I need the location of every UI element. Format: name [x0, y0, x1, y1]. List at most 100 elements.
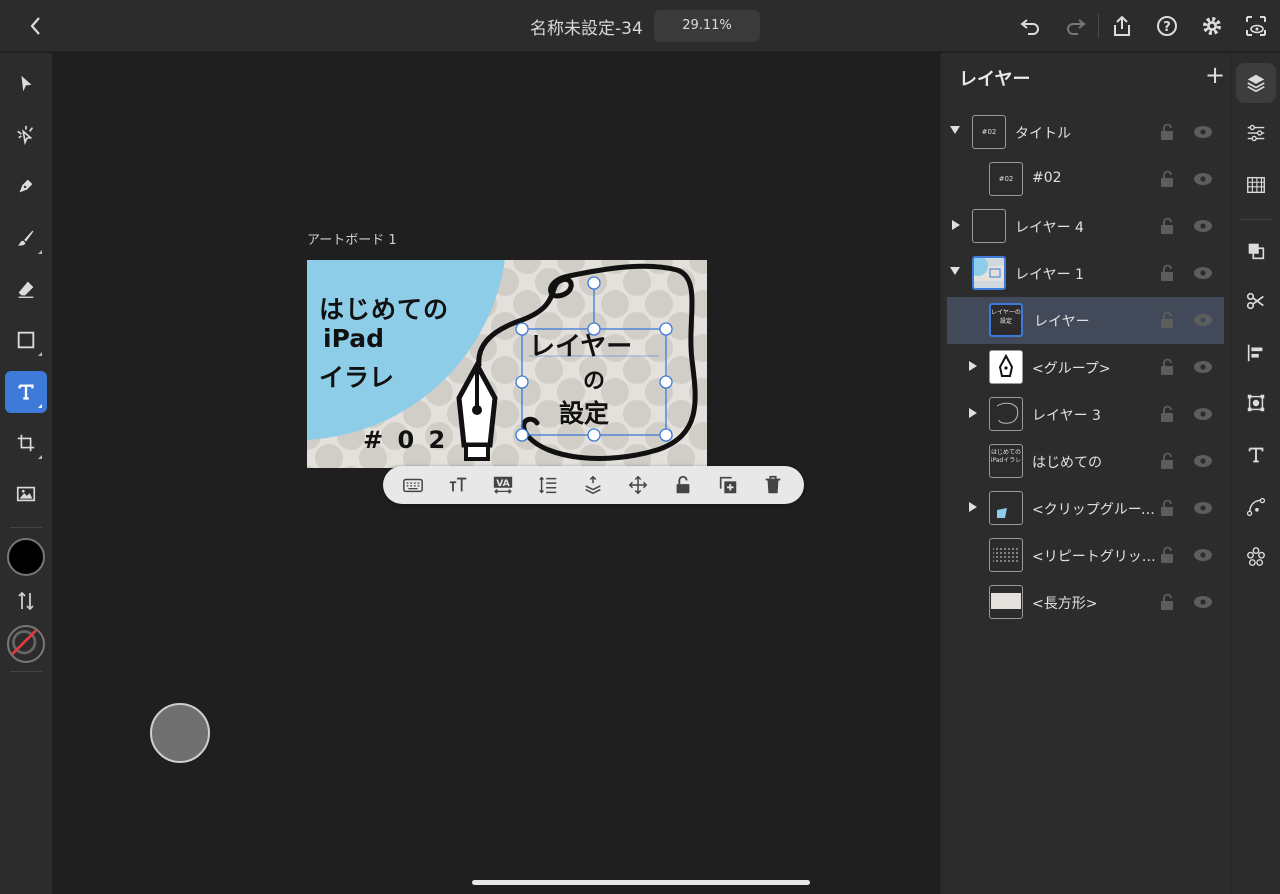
- layers-icon: [1247, 74, 1265, 93]
- clip-group-thumbnail-icon: [997, 508, 1007, 518]
- eye-icon[interactable]: [1193, 265, 1213, 281]
- lock-icon[interactable]: [1159, 311, 1175, 329]
- lock-icon[interactable]: [1159, 405, 1175, 423]
- back-button[interactable]: [22, 12, 48, 40]
- pen-tool[interactable]: [5, 165, 47, 207]
- align-button[interactable]: [1236, 333, 1276, 373]
- repeat-grid-button[interactable]: [1236, 165, 1276, 205]
- artwork-title-line2[interactable]: の: [583, 363, 605, 395]
- lock-icon[interactable]: [1159, 170, 1175, 188]
- eye-icon[interactable]: [1193, 594, 1213, 610]
- artboard-label[interactable]: アートボード 1: [307, 229, 397, 248]
- collapse-arrow-icon[interactable]: [950, 126, 960, 134]
- canvas[interactable]: アートボード 1 はじめての iPad イラレ # 0 2 レイヤー の 設定 …: [52, 53, 940, 894]
- selection-tool[interactable]: [5, 63, 47, 105]
- redo-button[interactable]: [1062, 12, 1090, 40]
- stroke-color-swatch[interactable]: [7, 625, 45, 663]
- artwork-text-line2[interactable]: iPad: [323, 324, 384, 353]
- plugins-button[interactable]: [1236, 537, 1276, 577]
- zoom-level[interactable]: 29.11%: [654, 10, 760, 42]
- font-size-button[interactable]: [446, 473, 470, 497]
- eraser-tool[interactable]: [5, 268, 47, 310]
- eye-icon[interactable]: [1193, 359, 1213, 375]
- lock-icon[interactable]: [1159, 358, 1175, 376]
- expand-arrow-icon[interactable]: [952, 220, 960, 230]
- artboard[interactable]: はじめての iPad イラレ # 0 2 レイヤー の 設定: [307, 260, 707, 468]
- lock-icon[interactable]: [1159, 452, 1175, 470]
- artwork-title-line1[interactable]: レイヤー: [529, 326, 632, 363]
- lock-icon[interactable]: [1159, 546, 1175, 564]
- pathfinder-button[interactable]: [1236, 231, 1276, 271]
- help-button[interactable]: ?: [1153, 12, 1181, 40]
- layer-row[interactable]: #02 タイトル: [947, 109, 1224, 156]
- tracking-button[interactable]: VA: [491, 473, 515, 497]
- swap-colors-button[interactable]: [14, 589, 38, 613]
- transform-tool[interactable]: [5, 422, 47, 464]
- crop-icon: [17, 434, 35, 452]
- properties-panel-button[interactable]: [1236, 113, 1276, 153]
- eye-icon[interactable]: [1193, 453, 1213, 469]
- layer-row[interactable]: #02 #02: [947, 156, 1224, 203]
- layer-row[interactable]: レイヤー 4: [947, 203, 1224, 250]
- font-size-icon: [449, 477, 467, 492]
- layer-row[interactable]: <グループ>: [947, 344, 1224, 391]
- artwork-text-line3[interactable]: イラレ: [319, 358, 394, 394]
- layer-row[interactable]: <リピートグリッド>: [947, 532, 1224, 579]
- document-title[interactable]: 名称未設定-34: [530, 14, 643, 39]
- lock-icon[interactable]: [1159, 123, 1175, 141]
- lock-icon[interactable]: [1159, 264, 1175, 282]
- layer-row[interactable]: <クリップグループ>: [947, 485, 1224, 532]
- cut-button[interactable]: [1236, 281, 1276, 321]
- eye-icon[interactable]: [1193, 312, 1213, 328]
- share-button[interactable]: [1108, 12, 1136, 40]
- layer-row[interactable]: レイヤー 3: [947, 391, 1224, 438]
- expand-arrow-icon[interactable]: [969, 361, 977, 371]
- move-button[interactable]: [626, 473, 650, 497]
- eye-icon[interactable]: [1193, 500, 1213, 516]
- layer-row-selected[interactable]: レイヤーの設定 レイヤー: [947, 297, 1224, 344]
- fill-color-swatch[interactable]: [7, 538, 45, 576]
- direct-selection-tool[interactable]: [5, 114, 47, 156]
- keyboard-button[interactable]: [401, 473, 425, 497]
- layers-panel-button[interactable]: [1236, 63, 1276, 103]
- expand-arrow-icon[interactable]: [969, 502, 977, 512]
- lock-icon[interactable]: [1159, 217, 1175, 235]
- eye-icon[interactable]: [1193, 406, 1213, 422]
- type-tool[interactable]: [5, 371, 47, 413]
- eye-icon[interactable]: [1193, 547, 1213, 563]
- undo-button[interactable]: [1016, 12, 1044, 40]
- settings-button[interactable]: [1198, 12, 1226, 40]
- brush-tool[interactable]: [5, 217, 47, 259]
- duplicate-button[interactable]: [716, 473, 740, 497]
- expand-arrow-icon[interactable]: [969, 408, 977, 418]
- eye-icon[interactable]: [1193, 171, 1213, 187]
- eye-icon[interactable]: [1193, 218, 1213, 234]
- leading-button[interactable]: [536, 473, 560, 497]
- lock-button[interactable]: [671, 473, 695, 497]
- lock-icon[interactable]: [1159, 593, 1175, 611]
- artwork-text-line1[interactable]: はじめての: [319, 290, 449, 326]
- layer-row[interactable]: <長方形>: [947, 579, 1224, 626]
- type-panel-button[interactable]: [1236, 435, 1276, 475]
- duplicate-icon: [719, 476, 737, 494]
- shape-tool[interactable]: [5, 319, 47, 361]
- touch-shortcut-button[interactable]: [150, 703, 210, 763]
- eye-icon[interactable]: [1193, 124, 1213, 140]
- path-panel-button[interactable]: [1236, 487, 1276, 527]
- place-image-tool[interactable]: [5, 473, 47, 515]
- transform-panel-button[interactable]: [1236, 383, 1276, 423]
- add-layer-button[interactable]: +: [1203, 63, 1227, 87]
- submenu-indicator: [38, 404, 42, 408]
- collapse-arrow-icon[interactable]: [950, 267, 960, 275]
- home-indicator: [472, 880, 810, 885]
- layer-name: <リピートグリッド>: [1032, 549, 1157, 565]
- layer-row[interactable]: レイヤー 1: [947, 250, 1224, 297]
- delete-button[interactable]: [761, 473, 785, 497]
- layer-row[interactable]: はじめてのiPadイラレ はじめての: [947, 438, 1224, 485]
- move-icon: [628, 475, 648, 495]
- artwork-title-line3[interactable]: 設定: [559, 394, 609, 430]
- preview-button[interactable]: [1242, 12, 1270, 40]
- artwork-number-text[interactable]: # 0 2: [363, 426, 448, 454]
- arrange-button[interactable]: [581, 473, 605, 497]
- lock-icon[interactable]: [1159, 499, 1175, 517]
